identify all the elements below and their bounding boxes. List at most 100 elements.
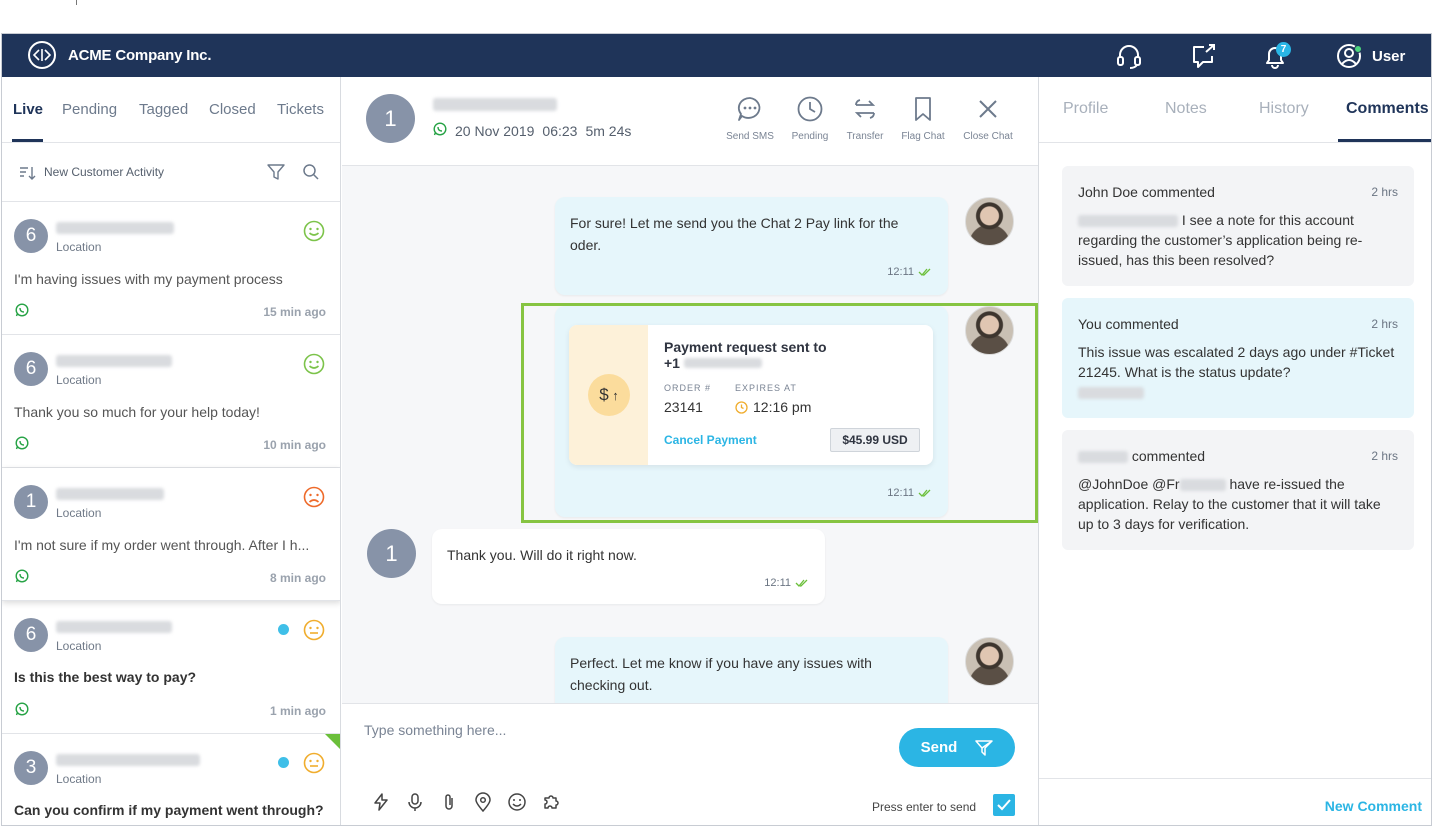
- tab-closed[interactable]: Closed: [209, 101, 256, 118]
- conversation-item[interactable]: 6 Location I'm having issues with my pay…: [2, 202, 340, 335]
- comment-mention: @JohnDoe: [1078, 476, 1149, 492]
- emoji-icon[interactable]: [507, 792, 527, 812]
- tab-comments[interactable]: Comments: [1346, 100, 1429, 118]
- send-button-label: Send: [920, 739, 958, 756]
- conversation-list-panel: Live Pending Tagged Closed Tickets New C…: [2, 77, 341, 825]
- order-label: ORDER #: [664, 383, 712, 393]
- comment-card: You commented 2 hrs This issue was escal…: [1062, 298, 1414, 418]
- microphone-icon[interactable]: [405, 792, 425, 812]
- tab-tickets[interactable]: Tickets: [277, 101, 324, 118]
- comment-header: commented 2 hrs: [1078, 446, 1398, 466]
- tab-notes[interactable]: Notes: [1165, 100, 1207, 118]
- payment-phone-prefix: +1: [664, 355, 680, 371]
- agent-photo: [965, 637, 1014, 686]
- sort-label[interactable]: New Customer Activity: [44, 165, 164, 179]
- whatsapp-icon: [15, 569, 29, 583]
- puzzle-plugin-icon[interactable]: [541, 792, 561, 812]
- brand[interactable]: ACME Company Inc.: [28, 41, 211, 69]
- comment-time: 2 hrs: [1371, 449, 1398, 463]
- chat-meta: 20 Nov 2019 06:23 5m 24s: [433, 122, 631, 139]
- comment-mention: @Fr: [1152, 476, 1180, 492]
- redacted-author: [1078, 451, 1128, 464]
- chat-panel: 1 20 Nov 2019 06:23 5m 24s Send SMS Pend…: [342, 77, 1038, 825]
- comment-author: John Doe: [1078, 184, 1138, 200]
- conversation-time-ago: 15 min ago: [263, 305, 326, 319]
- new-conversation-flag: [325, 734, 340, 749]
- send-sms-label: Send SMS: [726, 131, 774, 142]
- cancel-payment-link[interactable]: Cancel Payment: [664, 433, 757, 447]
- redacted-phone: [56, 754, 200, 766]
- conversation-location: Location: [56, 373, 102, 387]
- read-check-icon: [795, 579, 808, 587]
- lightning-icon[interactable]: [371, 792, 391, 812]
- new-comment-button[interactable]: New Comment: [1325, 798, 1422, 814]
- conversation-avatar: 3: [14, 751, 48, 785]
- message-input[interactable]: [364, 722, 884, 738]
- comment-body: This issue was escalated 2 days ago unde…: [1078, 342, 1398, 402]
- filter-icon[interactable]: [267, 163, 285, 186]
- payment-title-text: Payment request sent to: [664, 339, 827, 355]
- tab-live[interactable]: Live: [13, 101, 43, 118]
- search-icon[interactable]: [302, 163, 320, 186]
- message-thread: For sure! Let me send you the Chat 2 Pay…: [342, 166, 1038, 703]
- flag-chat-label: Flag Chat: [901, 131, 945, 142]
- conversation-location: Location: [56, 639, 102, 653]
- transfer-button[interactable]: Transfer: [833, 95, 897, 142]
- close-chat-button[interactable]: Close Chat: [956, 95, 1020, 142]
- conversation-time-ago: 1 min ago: [269, 704, 326, 718]
- conversation-preview: I'm not sure if my order went through. A…: [14, 537, 310, 553]
- app-window: ACME Company Inc. 7 User Live Pending Ta…: [1, 33, 1432, 826]
- headset-icon[interactable]: [1115, 42, 1143, 70]
- active-tab-indicator: [1338, 139, 1431, 142]
- happy-face-icon: [303, 220, 325, 242]
- clock-icon: [735, 400, 748, 414]
- tabs-divider: [1039, 142, 1431, 143]
- comment-verb: commented: [1141, 184, 1215, 200]
- conversation-tabs: Live Pending Tagged Closed Tickets: [2, 77, 340, 143]
- attachment-icon[interactable]: [439, 792, 459, 812]
- send-button[interactable]: Send: [899, 728, 1015, 767]
- outgoing-message: Perfect. Let me know if you have any iss…: [555, 637, 948, 703]
- tab-pending[interactable]: Pending: [62, 101, 117, 118]
- comment-card: commented 2 hrs @JohnDoe @Fr have re-iss…: [1062, 430, 1414, 550]
- arrow-up-icon: ↑: [608, 388, 619, 403]
- agent-photo: [965, 197, 1014, 246]
- tab-history[interactable]: History: [1259, 100, 1309, 118]
- message-time: 12:11: [887, 266, 914, 278]
- active-tab-indicator: [12, 139, 43, 142]
- conversation-item[interactable]: 3 Location Can you confirm if my payment…: [2, 734, 340, 825]
- whatsapp-icon: [15, 436, 29, 450]
- location-pin-icon[interactable]: [473, 792, 493, 813]
- redacted-phone: [56, 222, 174, 234]
- neutral-face-icon: [303, 619, 325, 641]
- send-sms-button[interactable]: Send SMS: [718, 95, 782, 142]
- comments-footer: New Comment: [1039, 778, 1431, 825]
- redacted-phone: [56, 621, 172, 633]
- conversation-item[interactable]: 6 Location Thank you so much for your he…: [2, 335, 340, 468]
- sort-icon[interactable]: [19, 165, 37, 186]
- conversation-item[interactable]: 6 Location Is this the best way to pay? …: [2, 601, 340, 734]
- happy-face-icon: [303, 353, 325, 375]
- customer-avatar: 1: [367, 529, 416, 578]
- message-text: Perfect. Let me know if you have any iss…: [570, 655, 872, 693]
- tab-tagged[interactable]: Tagged: [139, 101, 188, 118]
- user-menu[interactable]: User: [1336, 43, 1405, 69]
- expires-time: 12:16 pm: [735, 399, 811, 415]
- neutral-face-icon: [303, 752, 325, 774]
- conversation-item-selected[interactable]: 1 Location I'm not sure if my order went…: [2, 468, 340, 601]
- tab-profile[interactable]: Profile: [1063, 100, 1108, 118]
- message-composer: Send Press enter to send: [342, 703, 1038, 825]
- share-chat-icon[interactable]: [1190, 42, 1218, 70]
- press-enter-checkbox[interactable]: [993, 794, 1015, 816]
- comment-author-line: commented: [1078, 446, 1205, 466]
- top-bar: ACME Company Inc. 7 User: [2, 34, 1431, 77]
- close-icon: [979, 100, 997, 118]
- flag-chat-button[interactable]: Flag Chat: [891, 95, 955, 142]
- order-number: 23141: [664, 399, 703, 415]
- payment-icon-text: $: [599, 385, 609, 404]
- conversation-preview: Is this the best way to pay?: [14, 669, 197, 685]
- conversation-preview: Can you confirm if my payment went throu…: [14, 802, 324, 818]
- comment-card: John Doe commented 2 hrs I see a note fo…: [1062, 166, 1414, 286]
- whatsapp-icon: [15, 702, 29, 716]
- comment-header: John Doe commented 2 hrs: [1078, 182, 1398, 202]
